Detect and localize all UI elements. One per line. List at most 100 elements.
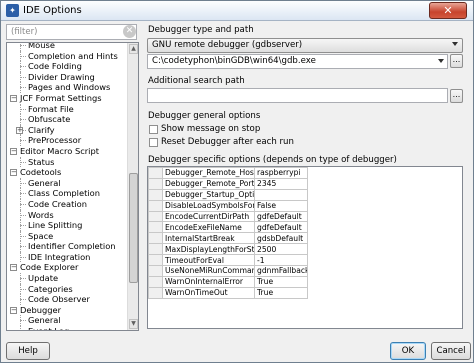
grid-row-header	[148, 286, 163, 299]
tree-item[interactable]: Line Splitting	[7, 220, 127, 231]
grid-row[interactable]: DisableLoadSymbolsForLibrariesFalse	[148, 199, 454, 212]
grid-row[interactable]: TimeoutForEval -1	[148, 254, 454, 267]
grid-row[interactable]: EncodeCurrentDirPath gdfeDefault	[148, 210, 454, 223]
grid-empty-cell	[308, 168, 454, 179]
tree-item[interactable]: General	[7, 177, 127, 189]
tree-item[interactable]: Code Folding	[7, 61, 127, 72]
grid-row[interactable]: Debugger_Startup_Options	[148, 188, 454, 201]
expand-icon[interactable]: +	[16, 126, 23, 134]
show-message-checkbox[interactable]	[149, 125, 158, 134]
grid-value-cell[interactable]: gdnmFallback	[254, 265, 308, 277]
grid-value-cell[interactable]: False	[254, 199, 308, 212]
collapse-icon[interactable]: −	[10, 147, 17, 155]
tree-item[interactable]: General	[7, 315, 127, 327]
browse-debugger-path-button[interactable]: ...	[450, 54, 463, 68]
tree-item[interactable]: Mouse	[7, 43, 127, 51]
grid-row[interactable]: InternalStartBreak gdsbDefault	[148, 232, 454, 245]
cancel-button[interactable]: Cancel	[431, 342, 471, 360]
ok-button[interactable]: OK	[390, 342, 426, 360]
general-options-label: Debugger general options	[148, 111, 261, 121]
tree-item[interactable]: Code Creation	[7, 198, 127, 210]
help-button[interactable]: Help	[6, 342, 50, 360]
tree-item[interactable]: − Debugger	[7, 305, 127, 316]
collapse-icon[interactable]: −	[10, 306, 17, 314]
debugger-type-label: Debugger type and path	[148, 25, 254, 35]
tree-item[interactable]: IDE Integration	[7, 251, 127, 263]
grid-row[interactable]: UseNoneMiRunCommandsgdnmFallback	[148, 265, 454, 277]
tree-item[interactable]: PreProcessor	[7, 135, 127, 146]
tree-item-label: Divider Drawing	[28, 71, 95, 82]
collapse-icon[interactable]: −	[10, 264, 17, 272]
grid-row[interactable]: EncodeExeFileName gdfeDefault	[148, 221, 454, 234]
tree-item[interactable]: Identifier Completion	[7, 241, 127, 252]
tree-item[interactable]: Divider Drawing	[7, 71, 127, 83]
debugger-path-select[interactable]: C:\codetyphon\binGDB\win64\gdb.exe	[147, 54, 448, 69]
tree-item[interactable]: − Codetools	[7, 167, 127, 178]
tree-item[interactable]: Categories	[7, 283, 127, 295]
grid-row-header	[148, 265, 163, 277]
tree-item[interactable]: Status	[7, 156, 127, 168]
grid-value-cell[interactable]: True	[254, 286, 308, 299]
tree-item[interactable]: Event Log	[7, 326, 127, 330]
tree-item[interactable]: Format File	[7, 103, 127, 115]
tree-item[interactable]: − Code Explorer	[7, 262, 127, 273]
ide-options-window: ✦ IDE Options ✕ (filter) ✕ Mouse Completi…	[0, 0, 474, 363]
grid-key-cell: DisableLoadSymbolsForLibraries	[162, 199, 255, 212]
debugger-type-select[interactable]: GNU remote debugger (gdbserver)	[147, 38, 463, 53]
grid-value-cell[interactable]: gdfeDefault	[254, 221, 308, 234]
tree-item-label: Categories	[28, 283, 73, 294]
debugger-type-value: GNU remote debugger (gdbserver)	[152, 40, 303, 50]
clear-filter-button[interactable]: ✕	[121, 23, 139, 41]
grid-row[interactable]: Debugger_Remote_Hostnameraspberrypi	[148, 167, 454, 179]
browse-search-path-button[interactable]: ...	[450, 89, 463, 103]
grid-row[interactable]: Debugger_Remote_Port 2345	[148, 177, 454, 190]
scroll-thumb[interactable]	[129, 173, 138, 283]
grid-value-cell[interactable]	[254, 188, 308, 201]
grid-value-cell[interactable]: 2500	[254, 243, 308, 256]
grid-key-cell: TimeoutForEval	[162, 254, 255, 267]
tree-item[interactable]: Space	[7, 230, 127, 242]
grid-row[interactable]: MaxDisplayLengthForString2500	[148, 243, 454, 256]
close-button[interactable]: ✕	[429, 2, 467, 19]
tree-item-label: Event Log	[28, 326, 69, 330]
tree-item[interactable]: Words	[7, 209, 127, 221]
grid-row-header	[148, 199, 163, 212]
tree-item-label: Code Folding	[28, 61, 82, 72]
filter-input[interactable]: (filter)	[6, 24, 137, 40]
grid-value-cell[interactable]: gdsbDefault	[254, 232, 308, 245]
tree-item[interactable]: + Clarify	[7, 124, 127, 136]
grid-empty-cell	[308, 200, 454, 211]
tree-item[interactable]: Completion and Hints	[7, 50, 127, 62]
collapse-icon[interactable]: −	[10, 94, 17, 102]
tree-item[interactable]: Class Completion	[7, 188, 127, 199]
tree-item[interactable]: − JCF Format Settings	[7, 93, 127, 104]
tree-item-label: PreProcessor	[28, 135, 82, 146]
tree-item[interactable]: Code Observer	[7, 294, 127, 305]
scroll-down-icon[interactable]: ▼	[129, 319, 138, 329]
scroll-up-icon[interactable]: ▲	[129, 44, 138, 54]
tree-item[interactable]: − Editor Macro Script	[7, 146, 127, 157]
grid-value-cell[interactable]: -1	[254, 254, 308, 267]
additional-search-input[interactable]	[147, 88, 448, 103]
tree-item-label: Code Creation	[28, 198, 87, 209]
properties-grid[interactable]: Debugger_Remote_HostnameraspberrypiDebug…	[147, 166, 463, 329]
grid-row[interactable]: WarnOnTimeOut True	[148, 286, 454, 299]
title-bar[interactable]: ✦ IDE Options ✕	[1, 1, 473, 21]
grid-row[interactable]: WarnOnInternalError True	[148, 275, 454, 288]
tree-item[interactable]: Obfuscate	[7, 114, 127, 125]
tree-item[interactable]: Pages and Windows	[7, 82, 127, 93]
tree-item[interactable]: Update	[7, 273, 127, 284]
grid-value-cell[interactable]: True	[254, 275, 308, 288]
grid-empty-cell	[308, 222, 454, 233]
tree-connector	[20, 66, 26, 68]
grid-value-cell[interactable]: 2345	[254, 177, 308, 190]
collapse-icon[interactable]: −	[10, 169, 17, 177]
grid-value-cell[interactable]: gdfeDefault	[254, 210, 308, 223]
options-tree[interactable]: Mouse Completion and Hints Code Folding Div…	[6, 42, 139, 331]
tree-scrollbar[interactable]: ▲ ▼	[127, 43, 138, 330]
tree-connector	[20, 55, 26, 57]
reset-debugger-checkbox[interactable]	[149, 138, 158, 147]
grid-value-cell[interactable]: raspberrypi	[254, 167, 308, 179]
tree-connector	[20, 108, 26, 110]
tree-item-label: Line Splitting	[28, 220, 83, 231]
